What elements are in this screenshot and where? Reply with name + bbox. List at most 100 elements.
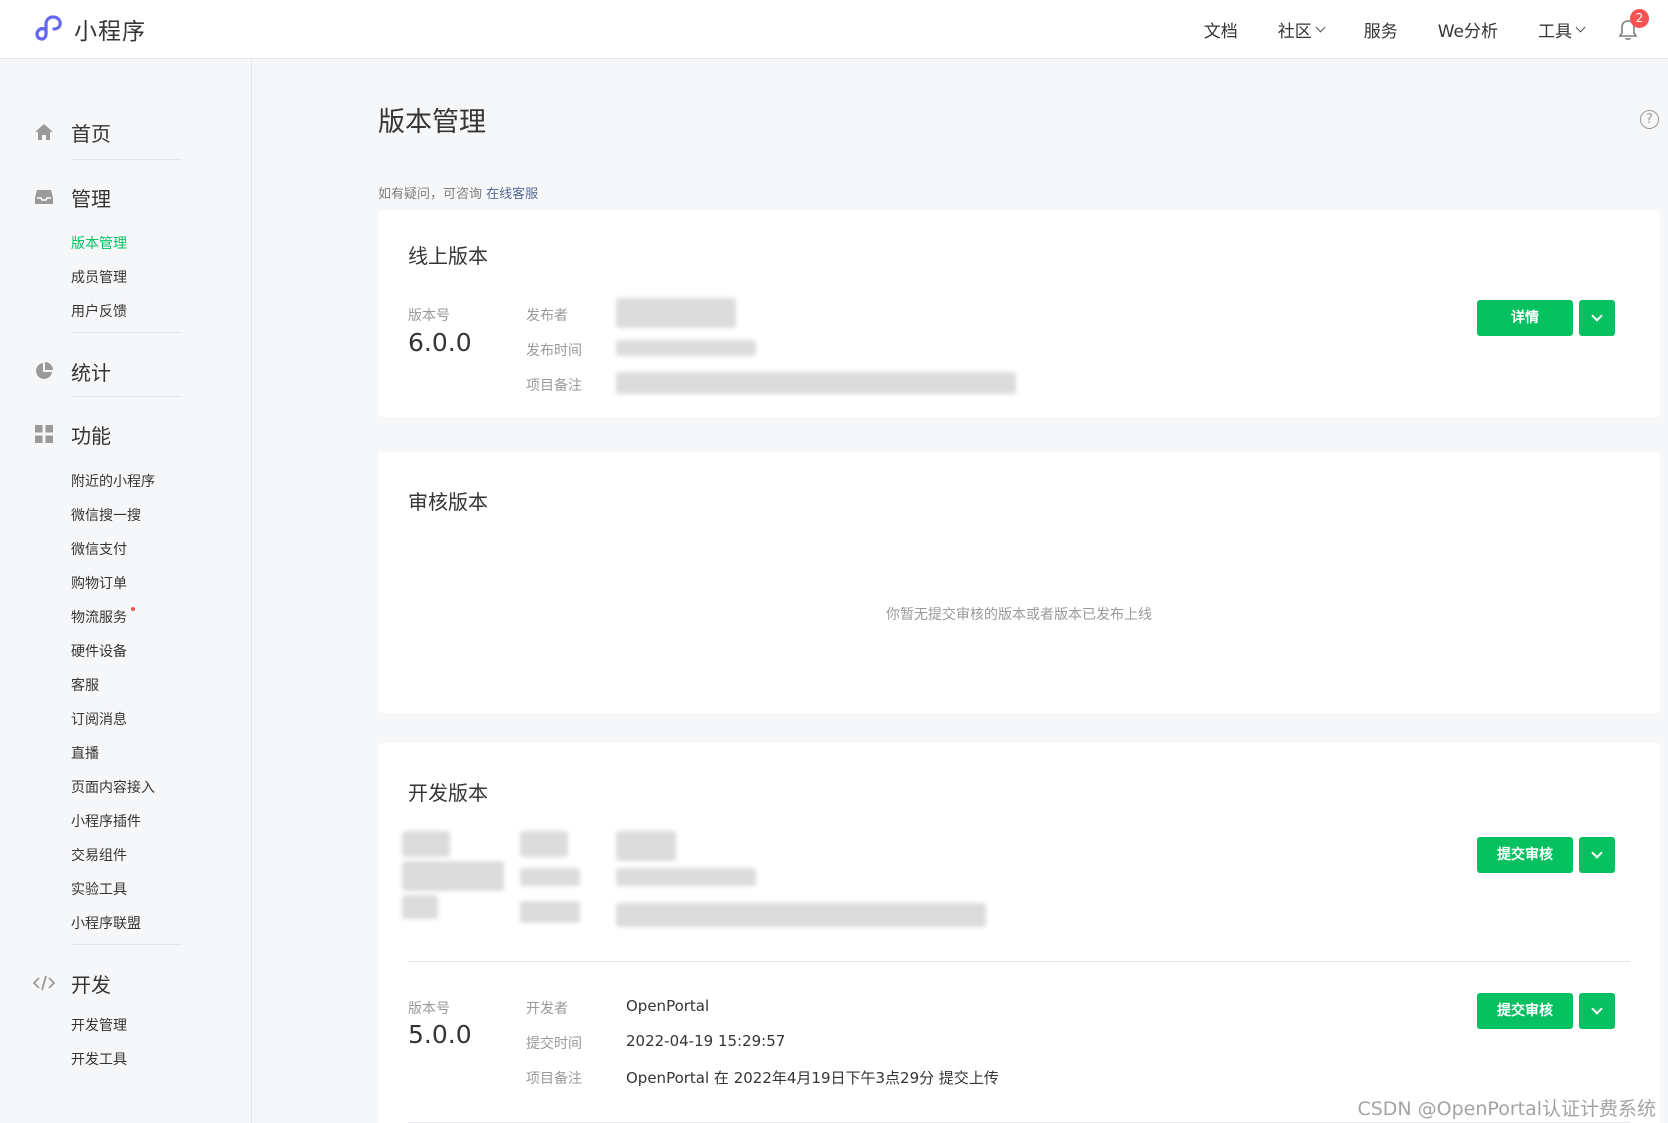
sidebar-item-page-content[interactable]: 页面内容接入 bbox=[71, 777, 155, 797]
inbox-icon bbox=[33, 186, 55, 208]
redacted-note bbox=[616, 372, 1016, 394]
nav-docs-label: 文档 bbox=[1203, 22, 1238, 42]
sidebar-item-subscribe-message[interactable]: 订阅消息 bbox=[71, 709, 127, 729]
nav-analytics[interactable]: We分析 bbox=[1438, 17, 1498, 42]
redacted-block bbox=[402, 861, 504, 891]
help-icon[interactable]: ? bbox=[1640, 110, 1659, 129]
card-title: 审核版本 bbox=[408, 490, 488, 514]
sidebar-item-lab-tools[interactable]: 实验工具 bbox=[71, 879, 127, 899]
submit-time-value: 2022-04-19 15:29:57 bbox=[626, 1032, 786, 1050]
note-label: 项目备注 bbox=[526, 378, 582, 394]
sidebar-item-hardware[interactable]: 硬件设备 bbox=[71, 641, 127, 661]
sidebar-item-dev-label: 开发 bbox=[71, 972, 111, 997]
card-title: 开发版本 bbox=[408, 781, 488, 805]
nav-tools-label: 工具 bbox=[1538, 22, 1572, 42]
sidebar-item-manage[interactable]: 管理 bbox=[33, 182, 183, 212]
sidebar-item-dev-manage[interactable]: 开发管理 bbox=[71, 1015, 127, 1035]
redacted-time bbox=[616, 340, 756, 356]
nav-service[interactable]: 服务 bbox=[1364, 17, 1398, 42]
submit-review-button[interactable]: 提交审核 bbox=[1477, 993, 1573, 1029]
grid-icon bbox=[33, 423, 55, 445]
nav-docs[interactable]: 文档 bbox=[1204, 17, 1238, 42]
sidebar-item-dev-tools[interactable]: 开发工具 bbox=[71, 1049, 127, 1069]
chevron-down-icon bbox=[1315, 22, 1326, 32]
publish-time-label: 发布时间 bbox=[526, 343, 582, 359]
nav-tools[interactable]: 工具 bbox=[1538, 17, 1586, 42]
divider bbox=[71, 396, 182, 397]
redacted-block bbox=[616, 831, 676, 861]
sidebar-item-trade-components[interactable]: 交易组件 bbox=[71, 845, 127, 865]
sidebar-item-home-label: 首页 bbox=[71, 121, 111, 146]
chevron-down-icon bbox=[1575, 22, 1586, 32]
sidebar-item-stats-label: 统计 bbox=[71, 360, 111, 385]
sidebar-item-user-feedback[interactable]: 用户反馈 bbox=[71, 301, 127, 321]
watermark: CSDN @OpenPortal认证计费系统 bbox=[1357, 1098, 1656, 1120]
code-icon bbox=[33, 972, 55, 994]
version-label: 版本号 bbox=[408, 308, 450, 324]
empty-state-text: 你暂无提交审核的版本或者版本已发布上线 bbox=[886, 607, 1152, 623]
redacted-block bbox=[520, 901, 580, 923]
app-title: 小程序 bbox=[74, 19, 146, 45]
more-options-button[interactable] bbox=[1579, 837, 1615, 873]
sidebar-item-customer-service[interactable]: 客服 bbox=[71, 675, 99, 695]
notification-button[interactable]: 2 bbox=[1618, 8, 1649, 41]
sidebar-item-wechat-search[interactable]: 微信搜一搜 bbox=[71, 505, 141, 525]
consult-text: 如有疑问，可咨询 在线客服 bbox=[378, 183, 538, 202]
sidebar-item-manage-label: 管理 bbox=[71, 186, 111, 211]
note-value: OpenPortal 在 2022年4月19日下午3点29分 提交上传 bbox=[626, 1069, 999, 1087]
chevron-down-icon bbox=[1591, 310, 1603, 322]
sidebar-item-wechat-pay[interactable]: 微信支付 bbox=[71, 539, 127, 559]
submit-review-button[interactable]: 提交审核 bbox=[1477, 837, 1573, 873]
sidebar-item-stats[interactable]: 统计 bbox=[33, 356, 183, 386]
nav-community-label: 社区 bbox=[1277, 22, 1312, 42]
redacted-block bbox=[520, 868, 580, 886]
developer-value: OpenPortal bbox=[626, 997, 710, 1015]
sidebar-item-member-manage[interactable]: 成员管理 bbox=[71, 267, 127, 287]
logo[interactable]: 小程序 bbox=[33, 12, 146, 46]
top-nav: 文档 社区 服务 We分析 工具 2 bbox=[1204, 0, 1668, 59]
divider bbox=[71, 944, 182, 945]
notification-badge: 2 bbox=[1630, 8, 1649, 28]
top-bar: 小程序 文档 社区 服务 We分析 工具 2 bbox=[0, 0, 1668, 59]
chevron-down-icon bbox=[1591, 1003, 1603, 1015]
new-dot-icon bbox=[131, 607, 135, 611]
sidebar: 首页 管理 版本管理 成员管理 用户反馈 统计 功能 附近的小程序 微信搜一搜 … bbox=[0, 59, 252, 1123]
dev-version-card: 开发版本 提交审核 版本号 5.0.0 开发者 OpenPortal 提交时间 … bbox=[378, 743, 1660, 1123]
review-version-card: 审核版本 你暂无提交审核的版本或者版本已发布上线 bbox=[378, 452, 1660, 713]
nav-service-label: 服务 bbox=[1363, 22, 1398, 42]
redacted-block bbox=[616, 868, 756, 886]
redacted-block bbox=[402, 895, 438, 919]
detail-button[interactable]: 详情 bbox=[1477, 300, 1573, 336]
sidebar-item-alliance[interactable]: 小程序联盟 bbox=[71, 913, 141, 933]
sidebar-item-logistics[interactable]: 物流服务 bbox=[71, 607, 135, 627]
sidebar-item-nearby[interactable]: 附近的小程序 bbox=[71, 471, 155, 491]
sidebar-item-dev[interactable]: 开发 bbox=[33, 968, 183, 998]
redacted-block bbox=[616, 903, 986, 927]
sidebar-item-plugins[interactable]: 小程序插件 bbox=[71, 811, 141, 831]
publisher-label: 发布者 bbox=[526, 308, 568, 324]
sidebar-item-version-manage[interactable]: 版本管理 bbox=[71, 233, 127, 253]
more-options-button[interactable] bbox=[1579, 993, 1615, 1029]
version-number: 6.0.0 bbox=[408, 328, 472, 357]
sidebar-item-logistics-label: 物流服务 bbox=[71, 610, 127, 626]
card-title: 线上版本 bbox=[408, 244, 488, 268]
redacted-block bbox=[520, 831, 568, 857]
consult-prefix: 如有疑问，可咨询 bbox=[378, 187, 487, 202]
version-label: 版本号 bbox=[408, 1001, 450, 1017]
nav-community[interactable]: 社区 bbox=[1277, 17, 1326, 42]
sidebar-item-shopping-orders[interactable]: 购物订单 bbox=[71, 573, 127, 593]
home-icon bbox=[33, 121, 55, 143]
sidebar-item-live[interactable]: 直播 bbox=[71, 743, 99, 763]
sidebar-item-features[interactable]: 功能 bbox=[33, 419, 183, 449]
redacted-block bbox=[402, 831, 450, 857]
redacted-publisher bbox=[616, 298, 736, 328]
developer-label: 开发者 bbox=[526, 1001, 568, 1017]
online-service-link[interactable]: 在线客服 bbox=[486, 187, 538, 202]
submit-time-label: 提交时间 bbox=[526, 1036, 582, 1052]
sidebar-item-home[interactable]: 首页 bbox=[33, 117, 183, 147]
chevron-down-icon bbox=[1591, 847, 1603, 859]
more-options-button[interactable] bbox=[1579, 300, 1615, 336]
pie-chart-icon bbox=[33, 360, 55, 382]
version-number: 5.0.0 bbox=[408, 1020, 472, 1049]
nav-analytics-label: We分析 bbox=[1437, 22, 1498, 42]
